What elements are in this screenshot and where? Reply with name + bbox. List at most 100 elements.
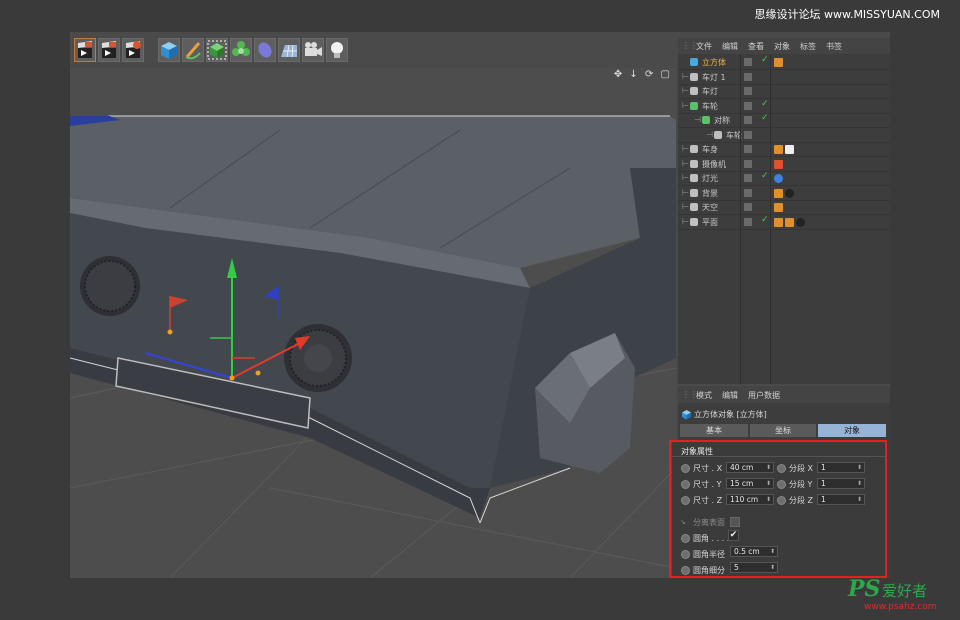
object-name[interactable]: 车身 <box>702 144 718 155</box>
object-name[interactable]: 背景 <box>702 188 718 199</box>
object-name[interactable]: 对称 <box>714 115 730 126</box>
material-tag-icon[interactable] <box>785 188 794 198</box>
watermark-cn: 爱好者 <box>882 582 928 600</box>
pen-icon[interactable] <box>182 38 204 62</box>
object-row[interactable]: ⊢ 灯光 ✓ <box>678 171 890 186</box>
texture-tag-icon[interactable] <box>774 203 783 212</box>
body-icon <box>690 145 698 153</box>
expand-icon[interactable]: ⊢ <box>682 173 689 182</box>
object-name[interactable]: 天空 <box>702 202 718 213</box>
object-row[interactable]: ⊢ 背景 <box>678 187 890 201</box>
menu-file[interactable]: 文件 <box>696 41 712 52</box>
plane-icon <box>690 217 698 226</box>
object-name[interactable]: 车轮 <box>702 101 718 112</box>
clapper-render-settings-icon[interactable] <box>122 38 144 62</box>
visibility-icon[interactable] <box>744 72 752 81</box>
visibility-icon[interactable] <box>744 87 752 95</box>
expand-icon[interactable]: ⊣ <box>706 130 713 139</box>
object-name[interactable]: 灯光 <box>702 173 718 184</box>
visibility-icon[interactable] <box>744 145 752 153</box>
object-row[interactable]: ⊣ 车轮 <box>678 129 890 143</box>
menu-user-data[interactable]: 用户数据 <box>748 390 780 401</box>
menu-bookmarks[interactable]: 书签 <box>826 41 842 52</box>
object-name[interactable]: 摄像机 <box>702 159 726 170</box>
expand-icon[interactable]: ⊢ <box>682 217 689 226</box>
object-name[interactable]: 立方体 <box>702 57 726 68</box>
object-name[interactable]: 车灯 <box>702 86 718 97</box>
object-manager-menu: ⋮⋮ 文件 编辑 查看 对象 标签 书签 <box>678 38 890 54</box>
target-tag-icon[interactable] <box>774 174 783 183</box>
texture-tag-icon[interactable] <box>785 217 794 227</box>
menu-objects[interactable]: 对象 <box>774 41 790 52</box>
enabled-check-icon[interactable]: ✓ <box>761 99 769 109</box>
phong-tag-icon[interactable] <box>774 58 783 67</box>
protect-tag-icon[interactable] <box>774 159 783 169</box>
phong-tag-icon[interactable] <box>774 145 783 154</box>
object-row[interactable]: ⊢ 天空 <box>678 201 890 215</box>
visibility-icon[interactable] <box>744 130 752 139</box>
visibility-icon[interactable] <box>744 101 752 110</box>
expand-icon[interactable]: ⊢ <box>682 72 689 81</box>
enabled-check-icon[interactable]: ✓ <box>761 215 769 225</box>
background-icon <box>690 188 698 197</box>
viewport-scene <box>70 115 676 578</box>
null-icon <box>690 87 698 95</box>
clapper-render-icon[interactable] <box>98 38 120 62</box>
expand-icon[interactable]: ⊢ <box>682 159 689 168</box>
column-divider <box>770 54 771 384</box>
visibility-icon[interactable] <box>744 203 752 211</box>
visibility-icon[interactable] <box>744 217 752 226</box>
floor-grid-icon[interactable] <box>278 38 300 62</box>
menu-edit[interactable]: 编辑 <box>722 41 738 52</box>
enabled-check-icon[interactable]: ✓ <box>761 171 769 181</box>
object-row[interactable]: ⊢ 车轮 ✓ <box>678 99 890 114</box>
visibility-icon[interactable] <box>744 58 752 66</box>
menu-edit[interactable]: 编辑 <box>722 390 738 401</box>
expand-icon[interactable]: ⊢ <box>682 144 689 153</box>
cube-icon[interactable] <box>158 38 180 62</box>
expand-icon[interactable]: ⊢ <box>682 101 689 110</box>
object-row[interactable]: ⊣ 对称 ✓ <box>678 113 890 128</box>
nurbs-flower-icon[interactable] <box>230 38 252 62</box>
visibility-icon[interactable] <box>744 174 752 182</box>
menu-view[interactable]: 查看 <box>748 41 764 52</box>
object-name[interactable]: 车灯 1 <box>702 72 726 83</box>
menu-mode[interactable]: 模式 <box>696 390 712 401</box>
symmetry-icon <box>702 116 710 124</box>
expand-icon[interactable]: ⊣ <box>694 115 701 124</box>
phong-tag-icon[interactable] <box>774 217 783 227</box>
material-tag-icon[interactable] <box>796 217 805 227</box>
tab-object[interactable]: 对象 <box>818 424 886 437</box>
enabled-check-icon[interactable]: ✓ <box>761 113 769 123</box>
texture-tag-icon[interactable] <box>774 188 783 198</box>
3d-viewport[interactable]: ✥ ↓ ⟳ ▢ <box>70 68 676 578</box>
watermark-url: www.psahz.com <box>864 602 937 612</box>
object-name[interactable]: 平面 <box>702 217 718 228</box>
visibility-icon[interactable] <box>744 188 752 197</box>
expand-icon[interactable]: ⊢ <box>682 202 689 211</box>
visibility-icon[interactable] <box>744 116 752 124</box>
object-row[interactable]: 立方体 ✓ <box>678 55 890 70</box>
object-row[interactable]: ⊢ 摄像机 <box>678 158 890 172</box>
expand-icon[interactable]: ⊢ <box>682 86 689 95</box>
cube-select-icon[interactable] <box>206 38 228 62</box>
camera-icon[interactable] <box>302 38 324 62</box>
sky-icon <box>690 203 698 211</box>
tab-basic[interactable]: 基本 <box>680 424 748 437</box>
light-bulb-icon[interactable] <box>326 38 348 62</box>
clapper-render-view-icon[interactable] <box>74 38 96 62</box>
object-row[interactable]: ⊢ 车灯 1 <box>678 71 890 85</box>
object-row[interactable]: ⊢ 平面 ✓ <box>678 215 890 230</box>
enabled-check-icon[interactable]: ✓ <box>761 55 769 65</box>
visibility-icon[interactable] <box>744 159 752 168</box>
tab-coord[interactable]: 坐标 <box>750 424 816 437</box>
expand-icon[interactable]: ⊢ <box>682 188 689 197</box>
object-row[interactable]: ⊢ 车身 <box>678 143 890 157</box>
checker-tag-icon[interactable] <box>785 145 794 154</box>
viewport-nav-icons[interactable]: ✥ ↓ ⟳ ▢ <box>614 69 672 80</box>
menu-tags[interactable]: 标签 <box>800 41 816 52</box>
object-manager: ⋮⋮ 文件 编辑 查看 对象 标签 书签 立方体 ✓ ⊢ 车灯 1 ⊢ 车灯 ⊢ 车轮 ✓ ⊣ 对称… <box>678 38 890 384</box>
cube-icon <box>690 58 698 66</box>
object-row[interactable]: ⊢ 车灯 <box>678 85 890 99</box>
deformer-bend-icon[interactable] <box>254 38 276 62</box>
